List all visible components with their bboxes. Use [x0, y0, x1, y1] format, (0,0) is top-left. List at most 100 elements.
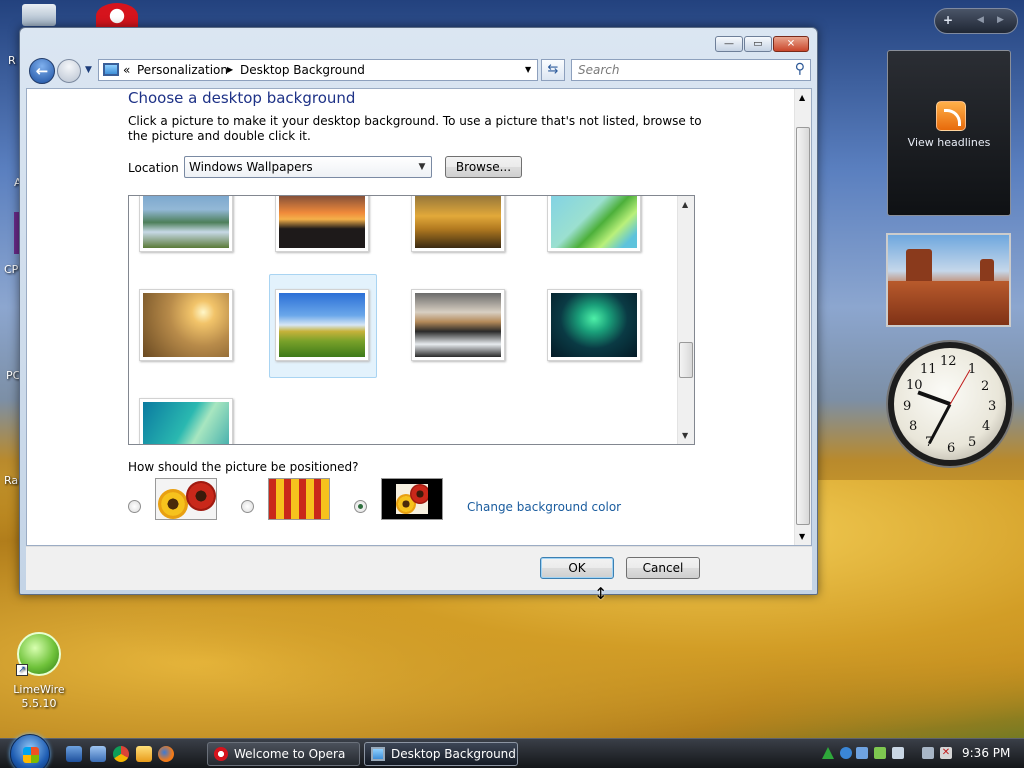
search-input[interactable]: Search ⚲: [571, 59, 811, 81]
butte-shape: [906, 249, 932, 281]
page-title: Choose a desktop background: [128, 89, 356, 107]
taskbar-item-desktop-background[interactable]: Desktop Background: [364, 742, 518, 766]
position-center-preview[interactable]: [381, 478, 443, 520]
slideshow-gadget[interactable]: [886, 233, 1011, 327]
chrome-icon[interactable]: [113, 746, 129, 762]
show-desktop-icon[interactable]: [66, 746, 82, 762]
add-gadget-button[interactable]: +: [943, 13, 953, 27]
breadcrumb-personalization[interactable]: Personalization: [137, 63, 228, 77]
start-button[interactable]: [10, 734, 50, 768]
desktop-background-window: — ▭ ✕ ← ▼ « Personalization ▶ Desktop Ba…: [19, 27, 818, 595]
dialog-footer: OK Cancel: [26, 546, 812, 590]
location-label: Location: [128, 161, 179, 175]
wallpaper-thumbnail[interactable]: [275, 196, 369, 252]
wallpaper-thumbnail[interactable]: [139, 196, 233, 252]
limewire-desktop-icon[interactable]: ↗ LimeWire 5.5.10: [12, 630, 68, 714]
network-tray-icon[interactable]: [856, 747, 868, 759]
limewire-label: LimeWire 5.5.10: [13, 683, 65, 710]
security-tray-icon[interactable]: [874, 747, 886, 759]
clock-number: 6: [947, 441, 956, 456]
ground-shape: [888, 281, 1009, 325]
taskbar-item-opera[interactable]: Welcome to Opera: [207, 742, 360, 766]
content-scroll-thumb[interactable]: [796, 127, 810, 525]
breadcrumb-desktop-background[interactable]: Desktop Background: [240, 63, 365, 77]
wallpaper-gallery[interactable]: ▲ ▼: [128, 195, 695, 445]
messenger-icon[interactable]: [136, 746, 152, 762]
desktop-clipped-label: CP: [4, 263, 19, 276]
centered-image-shape: [396, 484, 428, 514]
info-tray-icon[interactable]: [840, 747, 852, 759]
gallery-scroll-thumb[interactable]: [679, 342, 693, 378]
butte-shape: [980, 259, 994, 281]
location-select[interactable]: Windows Wallpapers ▼: [184, 156, 432, 178]
browse-button[interactable]: Browse...: [445, 156, 522, 178]
chevron-down-icon: ▼: [418, 162, 426, 172]
limewire-tray-icon[interactable]: [822, 747, 834, 759]
clock-number: 2: [981, 379, 990, 394]
page-description: Click a picture to make it your desktop …: [128, 114, 702, 143]
maximize-button[interactable]: ▭: [744, 36, 772, 52]
position-tile-radio[interactable]: [241, 500, 254, 513]
taskbar-clock[interactable]: 9:36 PM: [962, 746, 1010, 760]
clock-number: 5: [968, 435, 977, 450]
switch-windows-icon[interactable]: [90, 746, 106, 762]
scroll-down-icon[interactable]: ▼: [799, 532, 805, 541]
wallpaper-thumbnail[interactable]: [411, 196, 505, 252]
recycle-bin-icon[interactable]: [22, 4, 56, 26]
firefox-icon[interactable]: [158, 746, 174, 762]
control-panel-icon: [371, 747, 385, 761]
close-icon: ✕: [786, 38, 796, 50]
desktop-clipped-label: Ra: [4, 474, 19, 487]
position-tile-preview[interactable]: [268, 478, 330, 520]
clock-gadget[interactable]: 12 1 2 3 4 5 6 7 8 9 10 11: [888, 342, 1012, 466]
caption-buttons: — ▭ ✕: [714, 36, 809, 52]
prev-arrow-icon[interactable]: ◀: [977, 15, 984, 25]
opera-desktop-icon[interactable]: [96, 3, 138, 29]
flower-shape: [158, 489, 188, 519]
position-fit-radio[interactable]: [128, 500, 141, 513]
feed-headlines-gadget[interactable]: View headlines: [887, 50, 1011, 216]
clock-number: 8: [909, 419, 918, 434]
second-hand: [949, 369, 971, 405]
view-headlines-label[interactable]: View headlines: [888, 136, 1010, 149]
clock-number: 9: [903, 399, 912, 414]
gallery-scrollbar[interactable]: ▲ ▼: [677, 196, 694, 444]
location-value: Windows Wallpapers: [189, 160, 313, 174]
taskbar: Welcome to Opera Desktop Background ✕ 9:…: [0, 734, 1024, 768]
scroll-up-icon[interactable]: ▲: [799, 93, 805, 102]
monitor-tray-icon[interactable]: [922, 747, 934, 759]
breadcrumb-arrow-icon[interactable]: ▶: [227, 65, 233, 74]
cancel-button[interactable]: Cancel: [626, 557, 700, 579]
volume-muted-icon[interactable]: ✕: [940, 747, 952, 759]
wallpaper-thumbnail[interactable]: [411, 289, 505, 361]
address-bar[interactable]: « Personalization ▶ Desktop Background ▼: [98, 59, 538, 81]
flower-shape: [186, 481, 216, 511]
wallpaper-thumbnail[interactable]: [139, 289, 233, 361]
refresh-button[interactable]: ⇆: [541, 59, 565, 81]
scroll-up-icon[interactable]: ▲: [682, 200, 688, 209]
content-scrollbar[interactable]: ▲ ▼: [794, 89, 811, 545]
wallpaper-thumbnail[interactable]: [547, 289, 641, 361]
app-tray-icon[interactable]: [892, 747, 904, 759]
address-dropdown-icon[interactable]: ▼: [525, 65, 531, 74]
position-fit-preview[interactable]: [155, 478, 217, 520]
forward-button[interactable]: [57, 59, 81, 83]
navigation-bar: ← ▼ « Personalization ▶ Desktop Backgrou…: [26, 56, 812, 86]
position-center-radio[interactable]: [354, 500, 367, 513]
back-button[interactable]: ←: [29, 58, 55, 84]
minimize-button[interactable]: —: [715, 36, 743, 52]
wallpaper-thumbnail[interactable]: [547, 196, 641, 252]
breadcrumb-overflow[interactable]: «: [123, 63, 130, 77]
wallpaper-thumbnail[interactable]: [139, 398, 233, 444]
control-panel-icon: [103, 63, 119, 76]
shortcut-arrow-icon: ↗: [16, 664, 28, 676]
scroll-down-icon[interactable]: ▼: [682, 431, 688, 440]
close-button[interactable]: ✕: [773, 36, 809, 52]
recent-pages-dropdown-icon[interactable]: ▼: [85, 65, 92, 75]
next-arrow-icon[interactable]: ▶: [997, 15, 1004, 25]
ok-button[interactable]: OK: [540, 557, 614, 579]
change-background-color-link[interactable]: Change background color: [467, 500, 621, 514]
wallpaper-thumbnail-selected[interactable]: [275, 289, 369, 361]
search-icon[interactable]: ⚲: [795, 61, 805, 77]
task-label: Welcome to Opera: [234, 747, 346, 761]
